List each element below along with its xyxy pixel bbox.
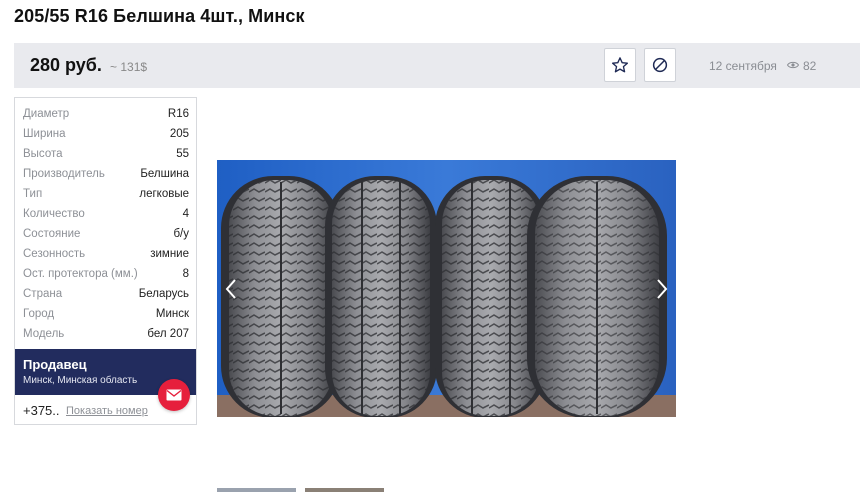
chevron-left-icon — [225, 279, 236, 299]
spec-value: 205 — [169, 128, 189, 140]
spec-row-quantity: Количество 4 — [23, 204, 189, 224]
spec-value: Минск — [155, 308, 189, 320]
block-button[interactable] — [644, 48, 676, 82]
spec-row-condition: Состояние б/у — [23, 224, 189, 244]
chevron-right-icon — [657, 279, 668, 299]
specs-panel: Диаметр R16 Ширина 205 Высота 55 Произво… — [14, 97, 197, 425]
spec-label: Высота — [23, 148, 63, 160]
spec-label: Диаметр — [23, 108, 70, 120]
spec-label: Количество — [23, 208, 85, 220]
spec-label: Ширина — [23, 128, 66, 140]
gallery-thumbnail[interactable] — [217, 488, 296, 492]
message-button[interactable] — [158, 379, 190, 411]
spec-label: Модель — [23, 328, 65, 340]
phone-number: +375.. — [23, 403, 60, 418]
show-phone-link[interactable]: Показать номер — [66, 405, 148, 417]
spec-value: Беларусь — [138, 288, 189, 300]
spec-row-season: Сезонность зимние — [23, 244, 189, 264]
spec-value: бел 207 — [147, 328, 189, 340]
spec-value: зимние — [150, 248, 189, 260]
spec-row-height: Высота 55 — [23, 144, 189, 164]
spec-row-model: Модель бел 207 — [23, 324, 189, 344]
spec-label: Состояние — [23, 228, 81, 240]
price: 280 руб. — [30, 55, 102, 75]
spec-value: б/у — [173, 228, 189, 240]
gallery-thumbnail[interactable] — [305, 488, 384, 492]
listing-title: 205/55 R16 Белшина 4шт., Минск — [14, 6, 305, 26]
view-count: 82 — [803, 59, 817, 73]
gallery-prev-button[interactable] — [223, 277, 239, 301]
gallery-next-button[interactable] — [654, 277, 670, 301]
price-usd: ~ 131$ — [110, 60, 148, 74]
seller-title: Продавец — [23, 357, 87, 372]
spec-row-tread: Ост. протектора (мм.) 8 — [23, 264, 189, 284]
spec-value: 4 — [182, 208, 189, 220]
listing-date: 12 сентября — [709, 59, 777, 73]
favorite-button[interactable] — [604, 48, 636, 82]
block-icon — [652, 57, 668, 73]
spec-value: 55 — [176, 148, 189, 160]
seller-location: Минск, Минская область — [23, 375, 138, 386]
spec-value: 8 — [182, 268, 189, 280]
spec-value: легковые — [139, 188, 189, 200]
spec-value: R16 — [167, 108, 189, 120]
spec-row-type: Тип легковые — [23, 184, 189, 204]
spec-value: Белшина — [140, 168, 189, 180]
spec-label: Тип — [23, 188, 43, 200]
photo-gallery[interactable] — [217, 160, 676, 417]
spec-label: Страна — [23, 288, 63, 300]
price-bar: 280 руб. ~ 131$ 12 сентября 82 — [14, 43, 860, 88]
tires-photo — [217, 160, 676, 417]
star-icon — [611, 57, 629, 73]
spec-row-manufacturer: Производитель Белшина — [23, 164, 189, 184]
spec-label: Город — [23, 308, 55, 320]
spec-label: Сезонность — [23, 248, 86, 260]
spec-label: Ост. протектора (мм.) — [23, 268, 138, 280]
spec-row-diameter: Диаметр R16 — [23, 104, 189, 124]
spec-row-width: Ширина 205 — [23, 124, 189, 144]
spec-row-country: Страна Беларусь — [23, 284, 189, 304]
envelope-icon — [166, 389, 182, 401]
eye-icon — [787, 61, 799, 69]
spec-row-city: Город Минск — [23, 304, 189, 324]
spec-label: Производитель — [23, 168, 105, 180]
